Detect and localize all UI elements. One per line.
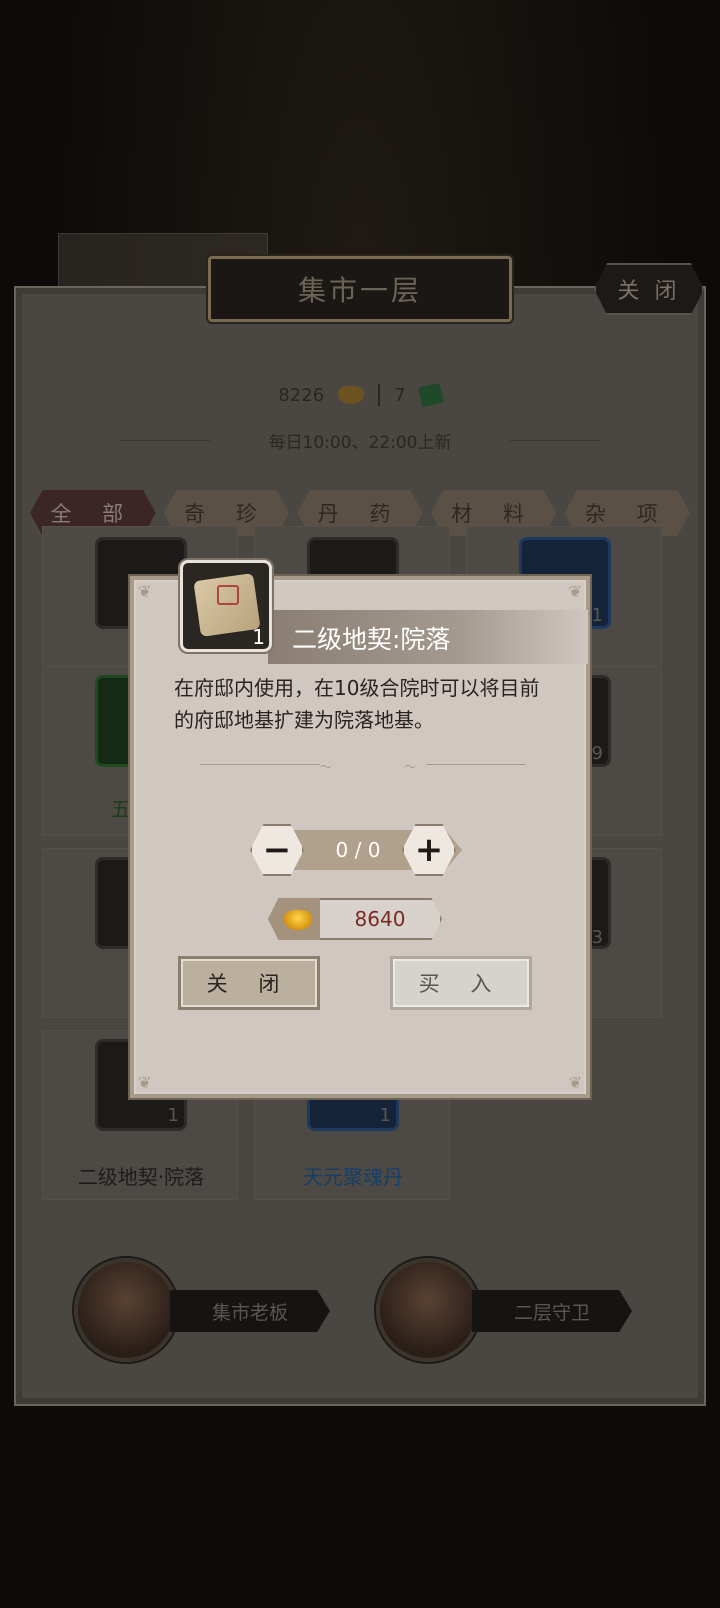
ornament-swirl-icon: ～ <box>320 760 333 774</box>
tab-misc-label: 杂 项 <box>584 502 670 526</box>
corner-ornament: ❦ <box>568 582 582 601</box>
item-qty: 1 <box>167 1105 179 1126</box>
buy-button[interactable]: 买 入 <box>390 956 532 1010</box>
currency-row: 8226 7 <box>0 380 720 410</box>
refresh-note: 每日10:00、22:00上新 <box>268 433 452 453</box>
dialog-close-label: 关 闭 <box>206 972 292 996</box>
ornament-line-right <box>426 764 526 765</box>
npc-banner: 二层守卫 <box>472 1290 632 1332</box>
npc-floor-guard[interactable]: 二层守卫 <box>376 1258 636 1362</box>
ornament-line-left <box>200 764 320 765</box>
seal-mark-icon <box>217 585 239 605</box>
plus-icon: + <box>414 830 444 870</box>
item-name: 天元聚魂丹 <box>303 1165 403 1189</box>
item-icon: 1 <box>180 560 272 652</box>
tab-pills-label: 丹 药 <box>317 502 403 526</box>
minus-icon: − <box>262 830 292 870</box>
item-description: 在府邸内使用，在10级合院时可以将目前的府邸地基扩建为院落地基。 <box>174 676 540 732</box>
gold-ingot-icon <box>338 386 365 404</box>
npc-market-boss[interactable]: 集市老板 <box>74 1258 334 1362</box>
dialog-item-name: 二级地契:院落 <box>292 625 451 654</box>
price-value: 8640 <box>354 907 406 931</box>
gold-ingot-icon <box>284 910 312 930</box>
purchase-dialog: ❦ ❦ ❦ ❦ 二级地契:院落 1 在府邸内使用，在10级合院时可以将目前的府邸… <box>130 560 590 1098</box>
market-close-label: 关 闭 <box>617 279 681 304</box>
npc-portrait <box>376 1258 480 1362</box>
corner-ornament: ❦ <box>568 1073 582 1092</box>
ticket-icon <box>417 382 444 408</box>
ornament-swirl-icon: ～ <box>404 760 417 774</box>
npc-name: 集市老板 <box>211 1301 288 1324</box>
npc-banner: 集市老板 <box>170 1290 330 1332</box>
scroll-icon <box>193 573 261 637</box>
npc-portrait <box>74 1258 178 1362</box>
npc-name: 二层守卫 <box>513 1301 590 1324</box>
tab-materials-label: 材 料 <box>451 502 536 526</box>
item-qty: 1 <box>591 605 603 626</box>
item-icon-qty: 1 <box>252 625 265 649</box>
tab-all-label: 全 部 <box>50 502 136 526</box>
market-close-button[interactable]: 关 闭 <box>594 263 704 315</box>
ticket-amount: 7 <box>394 384 406 406</box>
corner-ornament: ❦ <box>138 582 152 601</box>
item-qty: 1 <box>379 1105 391 1126</box>
gold-amount: 8226 <box>278 384 325 406</box>
tab-treasures-label: 奇 珍 <box>184 502 269 526</box>
buy-label: 买 入 <box>418 972 504 996</box>
currency-divider <box>378 384 381 406</box>
market-title-text: 集市一层 <box>297 274 422 307</box>
market-title: 集市一层 <box>208 256 512 322</box>
corner-ornament: ❦ <box>138 1073 152 1092</box>
item-name: 二级地契·院落 <box>77 1165 205 1189</box>
dialog-close-button[interactable]: 关 闭 <box>178 956 320 1010</box>
